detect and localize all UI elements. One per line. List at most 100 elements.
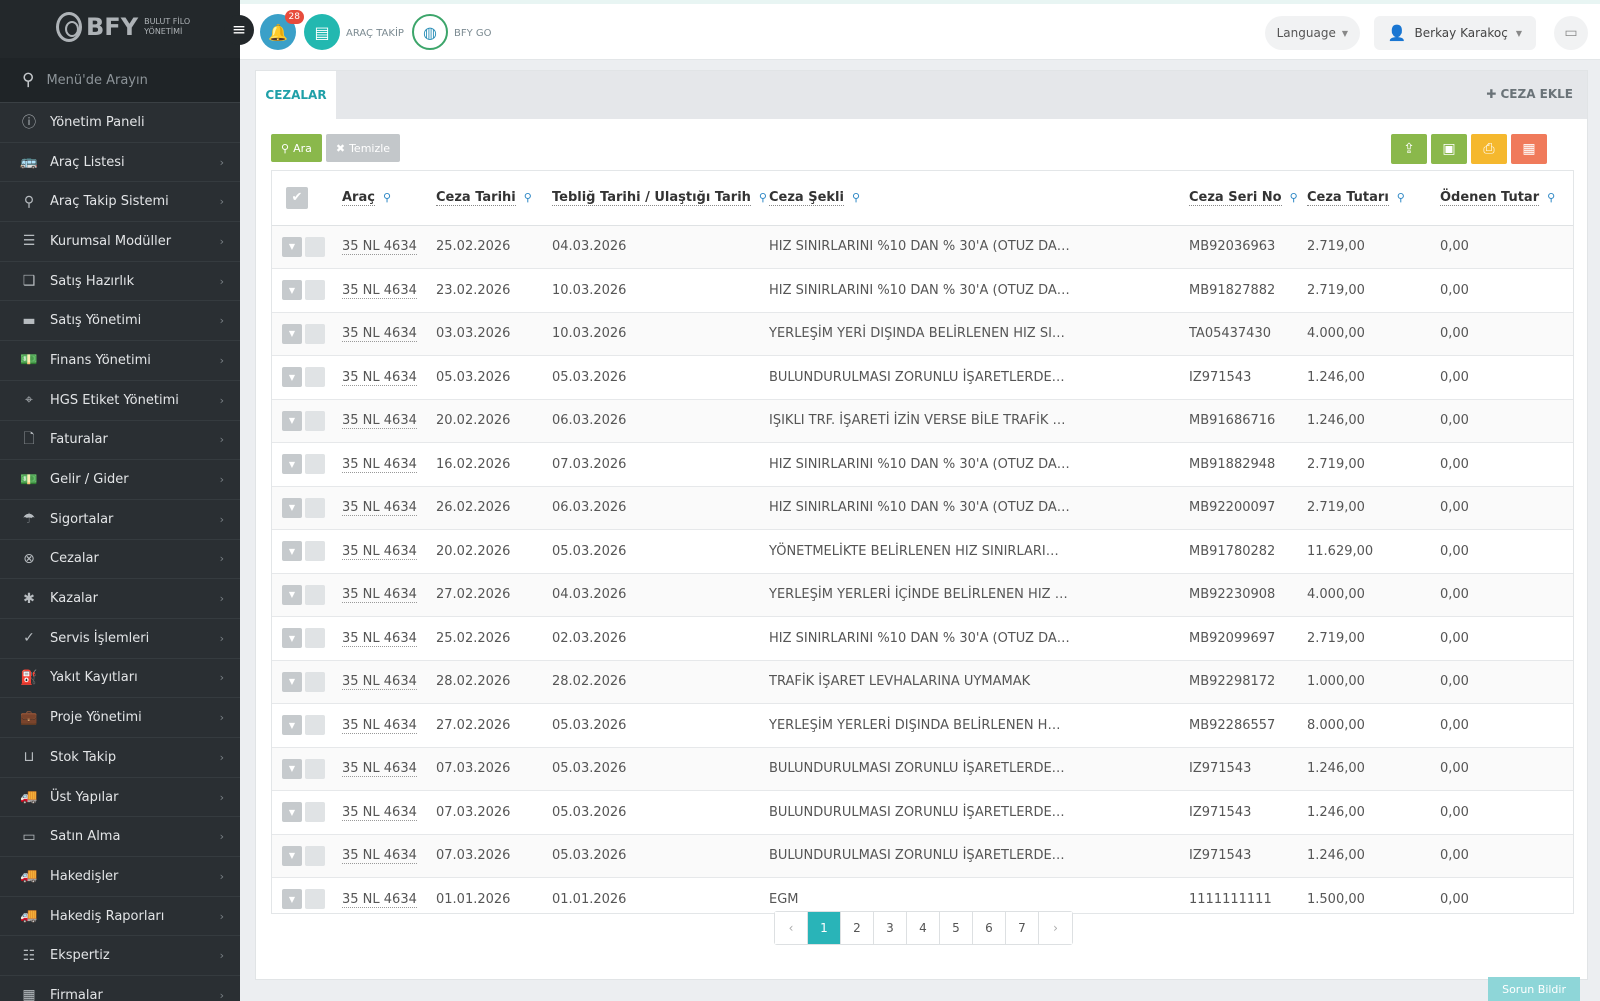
sidebar-item-19[interactable]: 🚚 Hakedişler › <box>0 857 240 897</box>
vehicle-plate-link[interactable]: 35 NL 4634 <box>342 717 417 734</box>
page-next-button[interactable]: › <box>1039 912 1072 944</box>
sidebar-item-13[interactable]: ✓ Servis İşlemleri › <box>0 619 240 659</box>
sidebar-item-20[interactable]: 🚚 Hakediş Raporları › <box>0 897 240 937</box>
column-header-0[interactable]: Araç ⚲ <box>342 171 436 226</box>
row-checkbox[interactable] <box>305 410 325 431</box>
excel-export-button[interactable]: ▣ <box>1431 134 1467 164</box>
cell-0[interactable]: 35 NL 4634 <box>342 616 436 661</box>
vehicle-plate-link[interactable]: 35 NL 4634 <box>342 239 417 256</box>
sidebar-item-22[interactable]: ▦ Firmalar › <box>0 976 240 1001</box>
row-checkbox[interactable] <box>305 889 325 910</box>
sidebar-item-5[interactable]: ▬ Satış Yönetimi › <box>0 301 240 342</box>
cell-0[interactable]: 35 NL 4634 <box>342 747 436 791</box>
cell-0[interactable]: 35 NL 4634 <box>342 268 436 313</box>
language-dropdown[interactable]: Language ▼ <box>1264 16 1360 50</box>
cell-0[interactable]: 35 NL 4634 <box>342 225 436 269</box>
cell-0[interactable]: 35 NL 4634 <box>342 442 436 487</box>
report-issue-button[interactable]: Sorun Bildir <box>1488 977 1580 1001</box>
row-checkbox[interactable] <box>305 845 325 866</box>
sidebar-item-11[interactable]: ⊗ Cezalar › <box>0 540 240 580</box>
print-button[interactable]: ⎙ <box>1471 134 1507 164</box>
bfy-go-button[interactable]: ◍ <box>412 14 448 50</box>
vehicle-plate-link[interactable]: 35 NL 4634 <box>342 456 417 473</box>
row-checkbox[interactable] <box>305 628 325 649</box>
vehicle-plate-link[interactable]: 35 NL 4634 <box>342 587 417 604</box>
column-search-icon[interactable]: ⚲ <box>524 191 532 204</box>
notifications-button[interactable]: 🔔 28 <box>260 10 304 50</box>
row-actions-dropdown[interactable]: ▼ <box>282 323 302 344</box>
vehicle-plate-link[interactable]: 35 NL 4634 <box>342 630 417 647</box>
page-7-button[interactable]: 7 <box>1006 912 1039 944</box>
vehicle-plate-link[interactable]: 35 NL 4634 <box>342 848 417 865</box>
table-row[interactable]: ▼ 35 NL 4634 05.03.2026 05.03.2026 BULUNDURU… <box>272 355 1573 400</box>
column-header-1[interactable]: Ceza Tarihi ⚲ <box>436 171 552 226</box>
row-checkbox[interactable] <box>305 497 325 518</box>
row-actions-dropdown[interactable]: ▼ <box>282 454 302 475</box>
row-actions-dropdown[interactable]: ▼ <box>282 410 302 431</box>
vehicle-plate-link[interactable]: 35 NL 4634 <box>342 500 417 517</box>
vehicle-plate-link[interactable]: 35 NL 4634 <box>342 413 417 430</box>
vehicle-plate-link[interactable]: 35 NL 4634 <box>342 326 417 343</box>
vehicle-plate-link[interactable]: 35 NL 4634 <box>342 761 417 778</box>
sidebar-item-12[interactable]: ✱ Kazalar › <box>0 579 240 619</box>
fines-table-container[interactable]: ✔ Araç ⚲ Ceza Tarihi ⚲ Tebliğ Tarihi / Ulaşt… <box>271 170 1574 914</box>
sidebar-item-8[interactable]: 🗋 Faturalar › <box>0 421 240 461</box>
row-checkbox[interactable] <box>305 584 325 605</box>
cell-0[interactable]: 35 NL 4634 <box>342 529 436 574</box>
row-checkbox[interactable] <box>305 758 325 779</box>
row-actions-dropdown[interactable]: ▼ <box>282 758 302 779</box>
page-5-button[interactable]: 5 <box>940 912 973 944</box>
page-prev-button[interactable]: ‹ <box>775 912 808 944</box>
row-checkbox[interactable] <box>305 454 325 475</box>
cell-0[interactable]: 35 NL 4634 <box>342 703 436 748</box>
cell-0[interactable]: 35 NL 4634 <box>342 834 436 878</box>
row-actions-dropdown[interactable]: ▼ <box>282 715 302 736</box>
row-checkbox[interactable] <box>305 715 325 736</box>
select-all-checkbox[interactable]: ✔ <box>286 186 308 209</box>
column-header-3[interactable]: Ceza Şekli ⚲ <box>769 171 1189 226</box>
cell-0[interactable]: 35 NL 4634 <box>342 877 436 913</box>
table-row[interactable]: ▼ 35 NL 4634 27.02.2026 05.03.2026 YERLEŞİM … <box>272 703 1573 748</box>
page-1-button[interactable]: 1 <box>808 912 841 944</box>
page-3-button[interactable]: 3 <box>874 912 907 944</box>
column-header-6[interactable]: Ödenen Tutar ⚲ <box>1440 171 1573 226</box>
column-search-icon[interactable]: ⚲ <box>852 191 860 204</box>
sidebar-item-9[interactable]: 💵 Gelir / Gider › <box>0 460 240 500</box>
sidebar-item-21[interactable]: ☷ Ekspertiz › <box>0 936 240 977</box>
row-checkbox[interactable] <box>305 671 325 692</box>
page-2-button[interactable]: 2 <box>841 912 874 944</box>
table-row[interactable]: ▼ 35 NL 4634 03.03.2026 10.03.2026 YERLEŞİM … <box>272 312 1573 356</box>
row-checkbox[interactable] <box>305 236 325 257</box>
column-header-4[interactable]: Ceza Seri No ⚲ <box>1189 171 1307 226</box>
arac-takip-link[interactable]: ARAÇ TAKİP <box>346 28 404 39</box>
table-row[interactable]: ▼ 35 NL 4634 20.02.2026 06.03.2026 IŞIKLI TR… <box>272 399 1573 443</box>
row-actions-dropdown[interactable]: ▼ <box>282 584 302 605</box>
menu-search-input[interactable]: Menü'de Arayın <box>46 73 147 88</box>
page-4-button[interactable]: 4 <box>907 912 940 944</box>
table-row[interactable]: ▼ 35 NL 4634 01.01.2026 01.01.2026 EGM 111111… <box>272 877 1573 913</box>
cell-0[interactable]: 35 NL 4634 <box>342 790 436 835</box>
row-actions-dropdown[interactable]: ▼ <box>282 671 302 692</box>
row-actions-dropdown[interactable]: ▼ <box>282 541 302 562</box>
vehicle-plate-link[interactable]: 35 NL 4634 <box>342 369 417 386</box>
page-6-button[interactable]: 6 <box>973 912 1006 944</box>
tab-cezalar[interactable]: CEZALAR <box>256 71 336 119</box>
sidebar-item-14[interactable]: ⛽ Yakıt Kayıtları › <box>0 659 240 699</box>
add-fine-button[interactable]: ✚ CEZA EKLE <box>1486 87 1573 101</box>
row-actions-dropdown[interactable]: ▼ <box>282 889 302 910</box>
cell-0[interactable]: 35 NL 4634 <box>342 355 436 400</box>
brand-logo[interactable]: BFY BULUT FİLO YÖNETİMİ <box>56 12 196 42</box>
column-search-icon[interactable]: ⚲ <box>1547 191 1555 204</box>
vehicle-plate-link[interactable]: 35 NL 4634 <box>342 282 417 299</box>
sidebar-item-0[interactable]: ⓘ Yönetim Paneli <box>0 103 240 143</box>
clear-button[interactable]: ✖ Temizle <box>325 134 401 162</box>
sidebar-item-7[interactable]: ⌖ HGS Etiket Yönetimi › <box>0 381 240 421</box>
cell-0[interactable]: 35 NL 4634 <box>342 312 436 356</box>
row-actions-dropdown[interactable]: ▼ <box>282 236 302 257</box>
sidebar-item-18[interactable]: ▭ Satın Alma › <box>0 817 240 858</box>
user-menu[interactable]: 👤 Berkay Karakoç ▼ <box>1373 16 1536 50</box>
row-actions-dropdown[interactable]: ▼ <box>282 280 302 301</box>
row-actions-dropdown[interactable]: ▼ <box>282 367 302 388</box>
column-search-icon[interactable]: ⚲ <box>1397 191 1405 204</box>
row-actions-dropdown[interactable]: ▼ <box>282 845 302 866</box>
